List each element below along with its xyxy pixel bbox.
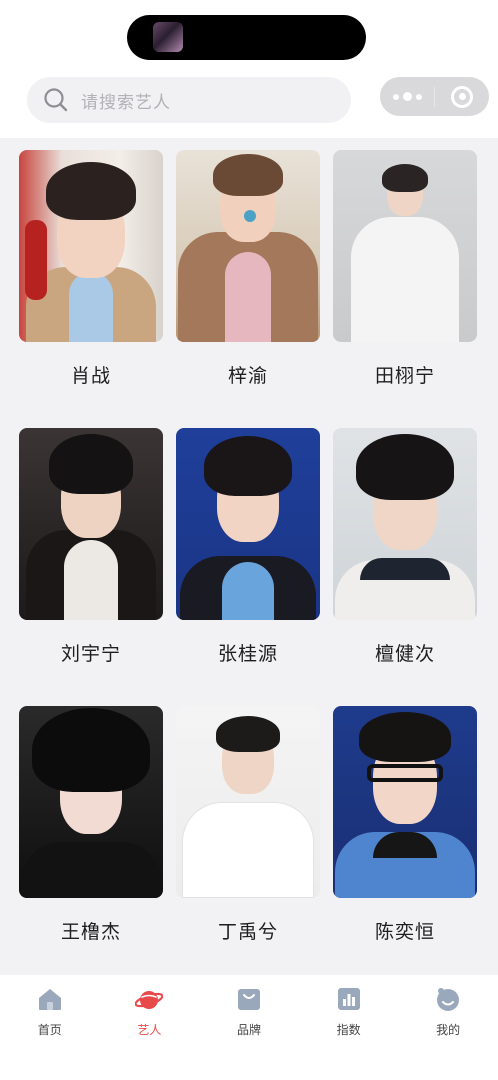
artist-photo[interactable] [333, 150, 477, 342]
artist-card[interactable]: 王橹杰 [19, 706, 163, 984]
tab-index[interactable]: 指数 [299, 975, 399, 1080]
artist-photo[interactable] [19, 150, 163, 342]
shopping-bag-icon [237, 989, 260, 1010]
tab-label: 首页 [37, 1023, 62, 1037]
search-bar[interactable]: 请搜索艺人 [27, 77, 351, 123]
artist-name: 刘宇宁 [60, 642, 121, 665]
dynamic-island[interactable] [127, 15, 366, 60]
artist-name: 张桂源 [217, 642, 278, 665]
search-icon [44, 88, 68, 112]
artist-card[interactable]: 刘宇宁 [19, 428, 163, 706]
tab-label: 品牌 [236, 1023, 261, 1037]
now-playing-thumbnail[interactable] [153, 22, 183, 52]
artist-photo[interactable] [19, 706, 163, 898]
profile-icon [437, 988, 460, 1011]
home-icon [38, 989, 61, 1010]
artist-card[interactable]: 陈奕恒 [333, 706, 477, 984]
artist-card[interactable]: 田栩宁 [333, 150, 477, 428]
top-header: 请搜索艺人 [0, 0, 498, 138]
tab-brands[interactable]: 品牌 [199, 975, 299, 1080]
bar-chart-icon [337, 988, 360, 1010]
tab-label: 艺人 [137, 1023, 162, 1037]
tab-profile[interactable]: 我的 [398, 975, 498, 1080]
artist-photo[interactable] [333, 428, 477, 620]
artist-card[interactable]: 丁禹兮 [176, 706, 320, 984]
artist-name: 田栩宁 [374, 364, 435, 387]
bottom-tab-bar: 首页 艺人 品牌 指数 我的 [0, 975, 498, 1080]
more-icon[interactable] [380, 92, 434, 101]
artist-grid: 肖战 梓渝 田栩宁 刘宇宁 张桂源 檀健次 王橹杰 丁禹兮 陈奕恒 [19, 150, 479, 984]
artist-card[interactable]: 肖战 [19, 150, 163, 428]
artist-card[interactable]: 梓渝 [176, 150, 320, 428]
artist-photo[interactable] [19, 428, 163, 620]
artist-name: 丁禹兮 [217, 920, 278, 943]
tab-home[interactable]: 首页 [0, 975, 100, 1080]
artist-card[interactable]: 檀健次 [333, 428, 477, 706]
artist-photo[interactable] [176, 150, 320, 342]
planet-icon [135, 991, 164, 1009]
artist-photo[interactable] [176, 428, 320, 620]
artist-name: 檀健次 [374, 642, 435, 665]
artist-name: 陈奕恒 [374, 920, 435, 943]
artist-photo[interactable] [176, 706, 320, 898]
search-input[interactable]: 请搜索艺人 [81, 88, 171, 113]
artist-name: 梓渝 [227, 364, 268, 387]
artist-name: 王橹杰 [60, 920, 121, 943]
artist-name: 肖战 [70, 364, 111, 387]
close-miniprogram-icon[interactable] [435, 85, 489, 108]
tab-label: 指数 [336, 1023, 361, 1037]
tab-label: 我的 [436, 1023, 461, 1037]
artist-card[interactable]: 张桂源 [176, 428, 320, 706]
artist-photo[interactable] [333, 706, 477, 898]
tab-artists[interactable]: 艺人 [100, 975, 200, 1080]
miniprogram-capsule [380, 77, 489, 116]
